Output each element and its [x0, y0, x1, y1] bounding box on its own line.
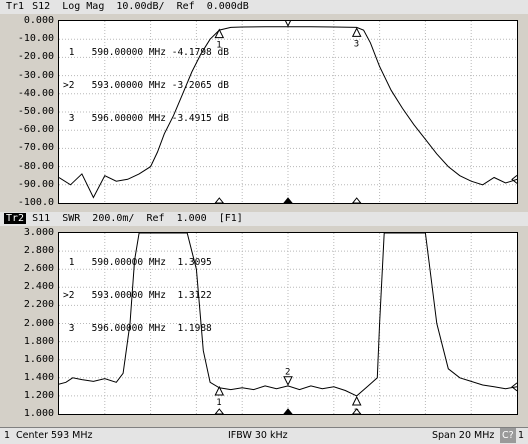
marker-2-label: 2: [285, 368, 290, 378]
y-tick-label: 1.000: [23, 408, 54, 419]
y-tick-label: 2.200: [23, 299, 54, 311]
marker-row: 1 590.00000 MHz -4.1798 dB: [68, 47, 229, 58]
trace1-settings: S12 Log Mag 10.00dB/ Ref 0.000dB: [32, 1, 249, 12]
y-tick-label: 1.200: [23, 389, 54, 401]
y-tick-label: -50.00: [17, 106, 54, 117]
trace2-header[interactable]: Tr2 S11 SWR 200.0m/ Ref 1.000 [F1]: [0, 212, 528, 226]
trace1-id[interactable]: Tr1: [4, 1, 26, 12]
y-tick-label: -40.00: [17, 87, 54, 99]
marker-3-icon: [351, 27, 362, 37]
marker-row: 1 590.00000 MHz 1.3095: [68, 257, 212, 268]
marker-3-icon: [351, 395, 362, 406]
axis-marker-1-icon: [214, 408, 224, 414]
marker-3-label: 3: [354, 39, 359, 49]
y-tick-label: -90.00: [17, 178, 54, 190]
trace2-id[interactable]: Tr2: [4, 213, 27, 224]
end-indicator: 1: [518, 430, 525, 441]
y-tick-label: -30.00: [17, 69, 54, 81]
marker-2-icon: [285, 21, 291, 27]
axis-marker-3-icon: [352, 197, 362, 203]
trace1-marker-table: 1 590.00000 MHz -4.1798 dB >2 593.00000 …: [63, 25, 229, 146]
y-tick-label: 1.400: [23, 371, 54, 383]
calibration-status: C?: [500, 428, 516, 443]
axis-marker-1-icon: [214, 197, 224, 203]
axis-marker-2-icon: [283, 408, 293, 414]
y-tick-label: -100.0: [17, 197, 54, 208]
y-tick-label: 2.400: [23, 281, 54, 293]
y-tick-label: -20.00: [17, 51, 54, 63]
trace2-settings: S11 SWR 200.0m/ Ref 1.000 [F1]: [32, 213, 243, 224]
y-tick-label: 1.800: [23, 335, 54, 347]
marker-row: 3 596.00000 MHz 1.1988: [68, 323, 212, 334]
y-tick-label: -10.00: [17, 33, 54, 45]
trace2-marker-table: 1 590.00000 MHz 1.3095 >2 593.00000 MHz …: [63, 235, 212, 356]
y-tick-label: -70.00: [17, 142, 54, 154]
vna-screen: Tr1 S12 Log Mag 10.00dB/ Ref 0.000dB 0.0…: [0, 0, 528, 444]
status-bar: 1 Center 593 MHz IFBW 30 kHz Span 20 MHz…: [0, 427, 528, 444]
trace1-plot-area[interactable]: 123 1 590.00000 MHz -4.1798 dB >2 593.00…: [58, 20, 518, 204]
y-tick-label: -60.00: [17, 124, 54, 136]
y-tick-label: 2.000: [23, 317, 54, 329]
marker-row: >2 593.00000 MHz -3.2065 dB: [63, 80, 229, 91]
y-tick-label: 3.000: [23, 227, 54, 238]
marker-row: 3 596.00000 MHz -3.4915 dB: [68, 113, 229, 124]
axis-marker-2-icon: [283, 197, 293, 203]
y-tick-label: 2.800: [23, 245, 54, 257]
marker-1-label: 1: [216, 398, 221, 408]
y-tick-label: -80.00: [17, 160, 54, 172]
y-tick-label: 0.000: [23, 15, 54, 26]
trace2-plot-area[interactable]: 123 1 590.00000 MHz 1.3095 >2 593.00000 …: [58, 232, 518, 415]
marker-row: >2 593.00000 MHz 1.3122: [63, 290, 212, 301]
center-frequency[interactable]: Center 593 MHz: [16, 428, 92, 443]
trace1-header[interactable]: Tr1 S12 Log Mag 10.00dB/ Ref 0.000dB: [0, 0, 528, 14]
y-tick-label: 1.600: [23, 353, 54, 365]
y-tick-label: 2.600: [23, 263, 54, 275]
if-bandwidth[interactable]: IFBW 30 kHz: [228, 428, 288, 443]
span-frequency[interactable]: Span 20 MHz: [432, 428, 494, 443]
channel-number[interactable]: 1: [4, 428, 10, 443]
marker-2-icon: [283, 376, 293, 386]
